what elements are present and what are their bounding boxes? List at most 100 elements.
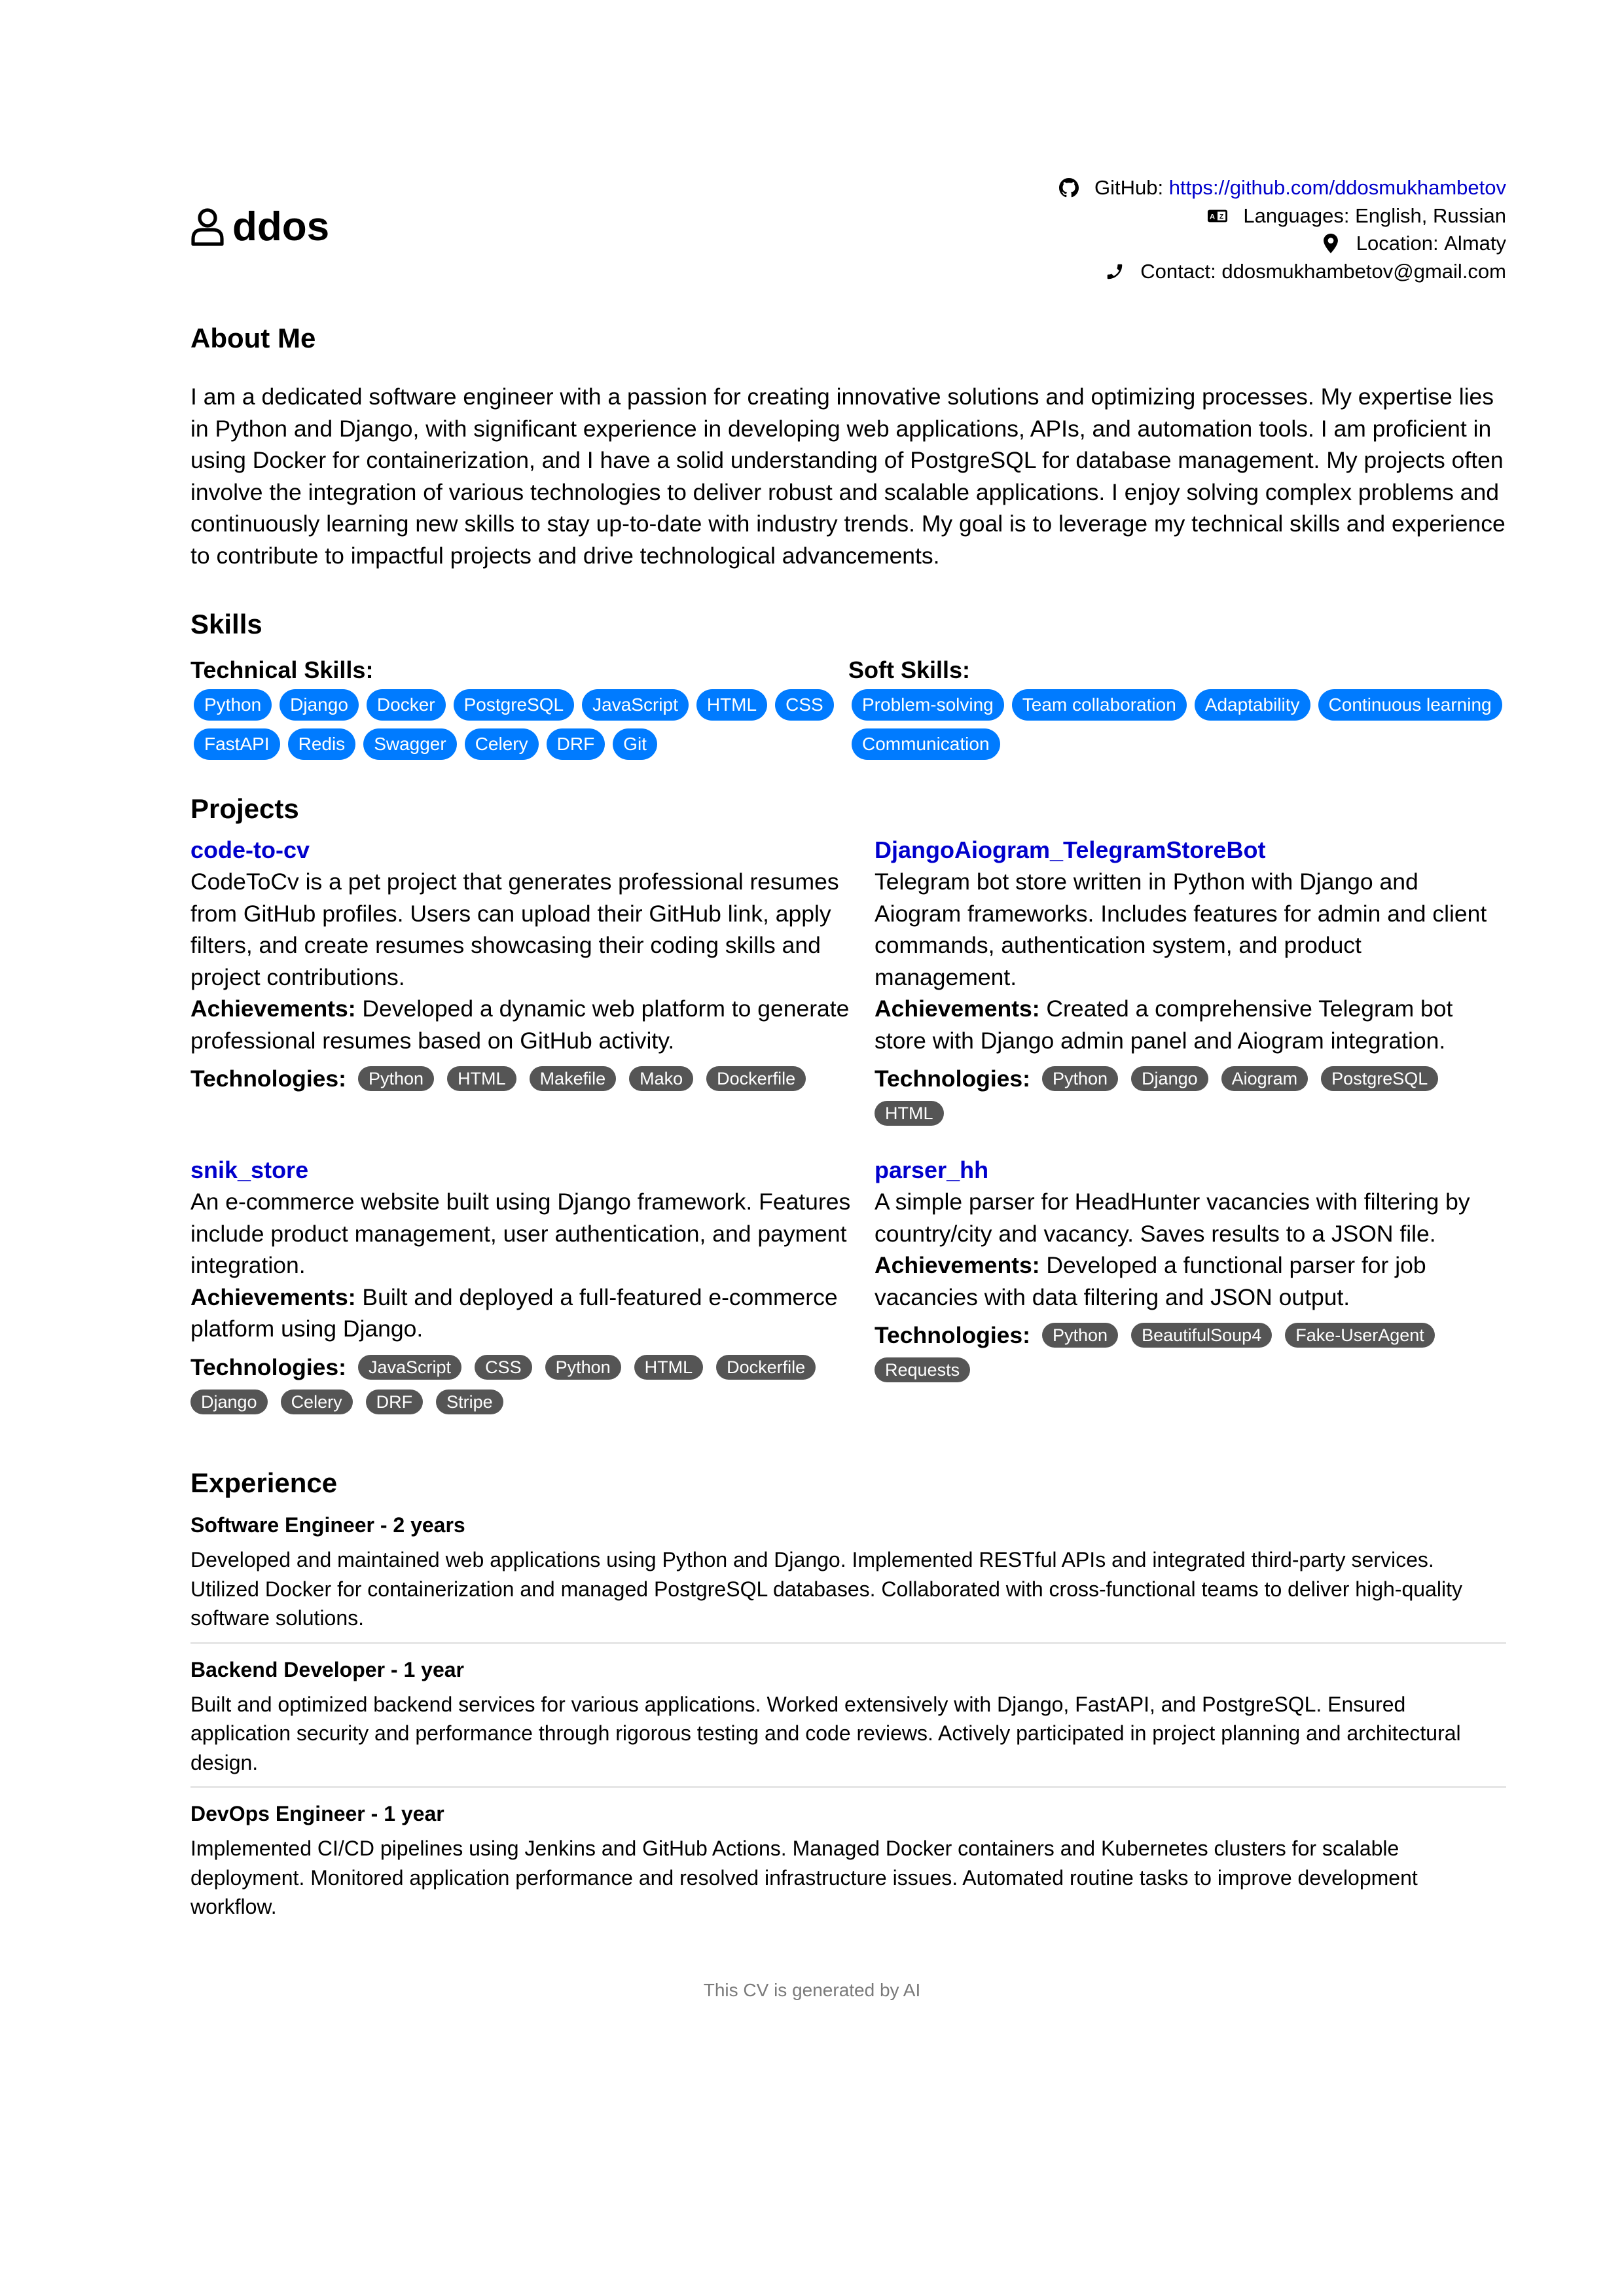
technology-badge: Celery bbox=[280, 1389, 353, 1414]
technology-badge: Aiogram bbox=[1221, 1066, 1308, 1092]
skill-badge: FastAPI bbox=[194, 728, 280, 760]
technical-skills-list: Python Django Docker PostgreSQL JavaScript HT… bbox=[190, 689, 848, 760]
soft-skills-list: Problem-solving Team collaboration Adaptab… bbox=[848, 689, 1506, 760]
technologies-label: Technologies: bbox=[875, 1322, 1030, 1349]
project-title-link[interactable]: snik_store bbox=[190, 1155, 875, 1186]
project-card: code-to-cv CodeToCv is a pet project that… bbox=[190, 834, 875, 1126]
technology-badge: Fake-UserAgent bbox=[1285, 1323, 1435, 1348]
github-label: GitHub: bbox=[1094, 176, 1164, 199]
soft-skills-label: Soft Skills: bbox=[848, 656, 971, 683]
location-pin-icon bbox=[1320, 232, 1342, 255]
cv-page: ddos GitHub: https://github.com/ddosmukh… bbox=[0, 0, 1624, 2296]
technology-badge: Python bbox=[358, 1066, 435, 1092]
technology-badge: HTML bbox=[875, 1101, 944, 1126]
github-link[interactable]: https://github.com/ddosmukhambetov bbox=[1169, 174, 1506, 202]
technology-badge: BeautifulSoup4 bbox=[1131, 1323, 1272, 1348]
name-block: ddos bbox=[190, 207, 329, 247]
svg-text:A: A bbox=[1210, 213, 1215, 221]
project-card: snik_store An e-commerce website built us… bbox=[190, 1155, 875, 1414]
technology-badge: Mako bbox=[629, 1066, 694, 1092]
project-description: CodeToCv is a pet project that generates… bbox=[190, 869, 839, 990]
projects-section: Projects code-to-cv CodeToCv is a pet pro… bbox=[190, 793, 1506, 1414]
experience-list: Software Engineer - 2 years Developed and… bbox=[190, 1509, 1506, 1931]
experience-description: Built and optimized backend services for… bbox=[190, 1692, 1461, 1774]
languages-label: Languages: bbox=[1243, 204, 1350, 227]
github-icon bbox=[1058, 177, 1080, 199]
project-card: parser_hh A simple parser for HeadHunter … bbox=[875, 1155, 1506, 1414]
project-description: Telegram bot store written in Python wit… bbox=[875, 869, 1487, 990]
skill-badge: Docker bbox=[366, 689, 446, 721]
experience-section: Experience Software Engineer - 2 years De… bbox=[190, 1467, 1506, 1931]
experience-item: Software Engineer - 2 years Developed and… bbox=[190, 1509, 1506, 1644]
skills-columns: Technical Skills: Python Django Docker Post… bbox=[190, 656, 1506, 760]
project-achievements: Achievements: Developed a dynamic web pl… bbox=[190, 993, 875, 1056]
cv-content: ddos GitHub: https://github.com/ddosmukh… bbox=[190, 171, 1506, 1940]
technology-badge: Stripe bbox=[436, 1389, 503, 1414]
skill-badge: Swagger bbox=[363, 728, 457, 760]
contact-location: Location: Almaty bbox=[1058, 230, 1506, 258]
soft-skill-badge: Continuous learning bbox=[1318, 689, 1502, 721]
language-icon: AZ bbox=[1206, 205, 1229, 227]
technology-badge: CSS bbox=[475, 1354, 532, 1380]
contact-github: GitHub: https://github.com/ddosmukhambet… bbox=[1058, 174, 1506, 202]
achievements-label: Achievements: bbox=[190, 1283, 356, 1310]
email-value[interactable]: ddosmukhambetov@gmail.com bbox=[1221, 258, 1506, 286]
languages-value: English, Russian bbox=[1355, 204, 1506, 227]
skill-badge: HTML bbox=[696, 689, 768, 721]
skill-badge: Python bbox=[194, 689, 272, 721]
project-card: DjangoAiogram_TelegramStoreBot Telegram b… bbox=[875, 834, 1506, 1126]
project-title-link[interactable]: code-to-cv bbox=[190, 834, 875, 866]
project-title-link[interactable]: DjangoAiogram_TelegramStoreBot bbox=[875, 834, 1506, 866]
experience-item: DevOps Engineer - 1 year Implemented CI/C… bbox=[190, 1797, 1506, 1931]
footer-note: This CV is generated by AI bbox=[703, 1980, 921, 2000]
skill-badge: CSS bbox=[775, 689, 834, 721]
projects-grid: code-to-cv CodeToCv is a pet project that… bbox=[190, 834, 1506, 1414]
skill-badge: PostgreSQL bbox=[453, 689, 575, 721]
user-icon bbox=[191, 208, 224, 246]
about-text: I am a dedicated software engineer with … bbox=[190, 384, 1506, 569]
technology-badge: Makefile bbox=[529, 1066, 617, 1092]
experience-title: Software Engineer - 2 years bbox=[190, 1513, 465, 1537]
soft-skill-badge: Adaptability bbox=[1194, 689, 1310, 721]
soft-skill-badge: Problem-solving bbox=[852, 689, 1004, 721]
contact-languages: AZ Languages: English, Russian bbox=[1058, 202, 1506, 230]
project-achievements: Achievements: Built and deployed a full-… bbox=[190, 1282, 875, 1345]
technology-badge: Django bbox=[190, 1389, 268, 1414]
location-label: Location: bbox=[1356, 232, 1439, 255]
experience-heading: Experience bbox=[190, 1467, 338, 1498]
skill-badge: DRF bbox=[546, 728, 605, 760]
skill-badge: Git bbox=[613, 728, 657, 760]
technology-badge: Dockerfile bbox=[706, 1066, 806, 1092]
about-section: About Me I am a dedicated software engin… bbox=[190, 322, 1506, 571]
technology-badge: DRF bbox=[365, 1389, 424, 1414]
project-achievements: Achievements: Developed a functional par… bbox=[875, 1249, 1506, 1313]
technical-skills-label: Technical Skills: bbox=[190, 656, 374, 683]
achievements-label: Achievements: bbox=[875, 1252, 1040, 1279]
technologies-label: Technologies: bbox=[190, 1066, 346, 1092]
experience-title: Backend Developer - 1 year bbox=[190, 1657, 464, 1681]
technology-badge: HTML bbox=[447, 1066, 516, 1092]
project-achievements: Achievements: Created a comprehensive Te… bbox=[875, 993, 1506, 1056]
about-heading: About Me bbox=[190, 323, 316, 353]
project-description: An e-commerce website built using Django… bbox=[190, 1189, 851, 1279]
skill-badge: Django bbox=[280, 689, 359, 721]
project-technologies: Technologies: Python Django Aiogram PostgreS… bbox=[875, 1063, 1519, 1126]
achievements-label: Achievements: bbox=[875, 996, 1040, 1022]
technology-badge: Requests bbox=[875, 1357, 971, 1383]
cv-header: ddos GitHub: https://github.com/ddosmukh… bbox=[190, 171, 1506, 309]
contact-label: Contact: bbox=[1140, 259, 1216, 283]
technical-skills: Technical Skills: Python Django Docker Post… bbox=[190, 656, 848, 760]
technology-badge: JavaScript bbox=[358, 1354, 462, 1380]
project-description: A simple parser for HeadHunter vacancies… bbox=[875, 1189, 1470, 1247]
technologies-label: Technologies: bbox=[190, 1354, 346, 1380]
skills-heading: Skills bbox=[190, 609, 262, 640]
svg-text:Z: Z bbox=[1219, 213, 1223, 221]
project-title-link[interactable]: parser_hh bbox=[875, 1155, 1506, 1186]
technology-badge: Python bbox=[1042, 1066, 1119, 1092]
skill-badge: Redis bbox=[287, 728, 356, 760]
experience-title: DevOps Engineer - 1 year bbox=[190, 1802, 444, 1826]
soft-skill-badge: Team collaboration bbox=[1011, 689, 1187, 721]
soft-skill-badge: Communication bbox=[852, 728, 1000, 760]
project-technologies: Technologies: Python HTML Makefile Mako Docke… bbox=[190, 1063, 835, 1094]
experience-description: Implemented CI/CD pipelines using Jenkin… bbox=[190, 1837, 1418, 1919]
